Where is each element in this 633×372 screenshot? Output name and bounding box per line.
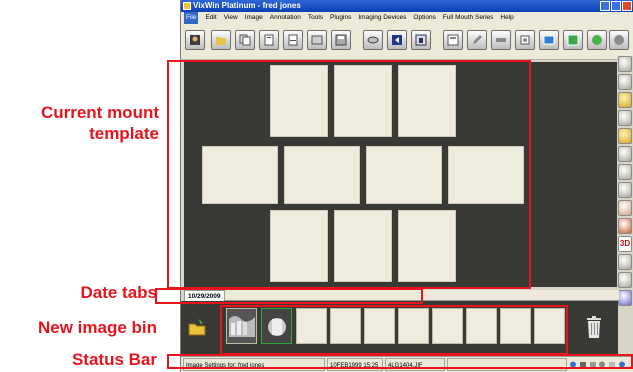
maximize-button[interactable] (611, 1, 621, 11)
lock-button[interactable] (411, 30, 431, 50)
patient-button[interactable] (185, 30, 205, 50)
email-button[interactable] (387, 30, 407, 50)
status-bar-label: Status Bar (71, 350, 157, 369)
paste-button[interactable] (259, 30, 279, 50)
contrast-icon[interactable] (618, 146, 632, 162)
compare-icon[interactable] (618, 254, 632, 270)
mount-template-label: Current mount template (41, 102, 159, 144)
menu-tools[interactable]: Tools (308, 12, 323, 24)
template-icon (447, 34, 459, 46)
scan-button[interactable] (363, 30, 383, 50)
open-icon (216, 37, 226, 45)
window-controls (600, 1, 632, 11)
scan-icon (367, 36, 379, 44)
status-bar-highlight (167, 354, 633, 369)
mount-template-highlight (167, 60, 531, 289)
settings-icon (614, 35, 624, 45)
open-button[interactable] (211, 30, 231, 50)
menu-help[interactable]: Help (500, 12, 513, 24)
menu-bar: File Edit View Image Annotation Tools Pl… (181, 12, 633, 24)
right-toolbar: 3D (617, 56, 633, 356)
copy-button[interactable] (235, 30, 255, 50)
menu-file[interactable]: File (184, 12, 199, 24)
trash-icon[interactable] (586, 315, 602, 339)
menu-image[interactable]: Image (245, 12, 263, 24)
main-toolbar (181, 24, 633, 60)
settings-button[interactable] (609, 30, 629, 50)
menu-edit[interactable]: Edit (205, 12, 216, 24)
minimize-button[interactable] (600, 1, 610, 11)
lock-icon (415, 34, 427, 46)
date-tabs-highlight (155, 288, 423, 304)
acquire-button[interactable] (515, 30, 535, 50)
zoom-icon[interactable] (618, 56, 632, 72)
export-icon (496, 38, 506, 42)
menu-annotation[interactable]: Annotation (270, 12, 301, 24)
copy-icon (239, 34, 251, 46)
sensor-icon (543, 35, 555, 45)
display-icon (567, 34, 579, 46)
save-button[interactable] (331, 30, 351, 50)
calibrate-button[interactable] (587, 30, 607, 50)
print-preview-button[interactable] (307, 30, 327, 50)
menu-view[interactable]: View (224, 12, 238, 24)
rotate-icon[interactable] (618, 74, 632, 90)
calibrate-icon (592, 35, 602, 45)
app-icon (183, 2, 191, 10)
brightness-icon[interactable] (618, 128, 632, 144)
open-folder-icon[interactable] (187, 317, 207, 337)
export-button[interactable] (491, 30, 511, 50)
paste-icon (264, 34, 274, 46)
color-icon[interactable] (618, 200, 632, 216)
menu-full-mouth-series[interactable]: Full Mouth Series (443, 12, 494, 24)
edit-icon (473, 35, 482, 44)
window-title: VixWin Platinum - fred jones (193, 1, 301, 10)
sensor-button[interactable] (539, 30, 559, 50)
email-icon (392, 35, 402, 45)
image-bin-highlight (220, 305, 568, 355)
menu-options[interactable]: Options (413, 12, 435, 24)
print-icon[interactable] (618, 272, 632, 288)
invert-icon[interactable] (618, 218, 632, 234)
filter-icon[interactable] (618, 182, 632, 198)
save-icon (335, 34, 347, 46)
flip-icon[interactable] (618, 92, 632, 108)
print-preview-icon (311, 35, 323, 45)
close-button[interactable] (622, 1, 632, 11)
print-button[interactable] (283, 30, 303, 50)
help-icon[interactable] (618, 290, 632, 306)
template-button[interactable] (443, 30, 463, 50)
mount-template-label-line2: template (89, 124, 159, 143)
menu-plugins[interactable]: Plugins (330, 12, 351, 24)
edit-button[interactable] (467, 30, 487, 50)
print-icon (288, 34, 298, 46)
sharpen-icon[interactable] (618, 164, 632, 180)
date-tabs-label: Date tabs (80, 283, 157, 302)
3d-icon[interactable]: 3D (618, 236, 632, 252)
image-bin-label: New image bin (37, 318, 157, 337)
patient-icon (190, 35, 200, 45)
mount-template-label-line1: Current mount (40, 103, 159, 122)
title-bar: VixWin Platinum - fred jones (181, 0, 633, 12)
acquire-icon (520, 35, 530, 45)
measure-icon[interactable] (618, 110, 632, 126)
display-button[interactable] (563, 30, 583, 50)
menu-imaging-devices[interactable]: Imaging Devices (358, 12, 406, 24)
